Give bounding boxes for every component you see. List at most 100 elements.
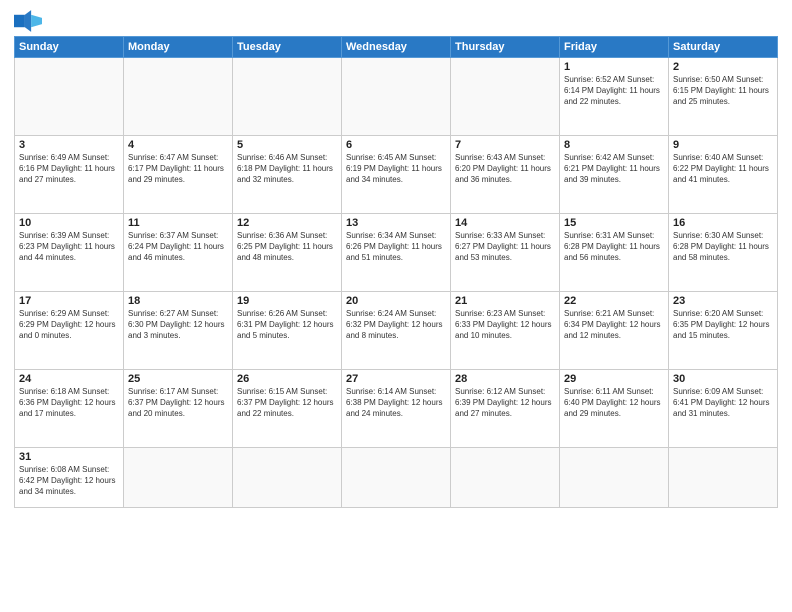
calendar-cell: 25 Sunrise: 6:17 AM Sunset: 6:37 PM Dayli… [124,370,233,448]
weekday-header-friday: Friday [560,37,669,58]
calendar-cell [15,58,124,136]
day-info: Sunrise: 6:49 AM Sunset: 6:16 PM Dayligh… [19,153,119,185]
day-number: 28 [455,373,555,385]
day-info: Sunrise: 6:50 AM Sunset: 6:15 PM Dayligh… [673,75,773,107]
day-info: Sunrise: 6:12 AM Sunset: 6:39 PM Dayligh… [455,387,555,419]
calendar-cell [342,58,451,136]
day-info: Sunrise: 6:08 AM Sunset: 6:42 PM Dayligh… [19,465,119,497]
calendar-cell: 14 Sunrise: 6:33 AM Sunset: 6:27 PM Dayli… [451,214,560,292]
calendar-cell: 31 Sunrise: 6:08 AM Sunset: 6:42 PM Dayli… [15,448,124,508]
day-number: 11 [128,217,228,229]
calendar-cell: 20Sunrise: 6:24 AM Sunset: 6:32 PM Dayli… [342,292,451,370]
day-info: Sunrise: 6:31 AM Sunset: 6:28 PM Dayligh… [564,231,664,263]
day-number: 25 [128,373,228,385]
day-number: 15 [564,217,664,229]
day-number: 27 [346,373,446,385]
day-info: Sunrise: 6:09 AM Sunset: 6:41 PM Dayligh… [673,387,773,419]
day-info: Sunrise: 6:27 AM Sunset: 6:30 PM Dayligh… [128,309,228,341]
day-number: 23 [673,295,773,307]
calendar-cell [342,448,451,508]
calendar-cell: 30 Sunrise: 6:09 AM Sunset: 6:41 PM Dayli… [669,370,778,448]
day-info: Sunrise: 6:42 AM Sunset: 6:21 PM Dayligh… [564,153,664,185]
calendar-table: SundayMondayTuesdayWednesdayThursdayFrid… [14,36,778,508]
weekday-header-monday: Monday [124,37,233,58]
day-info: Sunrise: 6:17 AM Sunset: 6:37 PM Dayligh… [128,387,228,419]
day-info: Sunrise: 6:39 AM Sunset: 6:23 PM Dayligh… [19,231,119,263]
weekday-header-wednesday: Wednesday [342,37,451,58]
calendar-cell [124,448,233,508]
day-number: 26 [237,373,337,385]
calendar-cell: 28 Sunrise: 6:12 AM Sunset: 6:39 PM Dayli… [451,370,560,448]
day-number: 16 [673,217,773,229]
calendar-cell: 26 Sunrise: 6:15 AM Sunset: 6:37 PM Dayli… [233,370,342,448]
calendar-cell: 5 Sunrise: 6:46 AM Sunset: 6:18 PM Daylig… [233,136,342,214]
calendar-cell: 7 Sunrise: 6:43 AM Sunset: 6:20 PM Daylig… [451,136,560,214]
day-number: 30 [673,373,773,385]
day-number: 24 [19,373,119,385]
day-number: 17 [19,295,119,307]
weekday-header-saturday: Saturday [669,37,778,58]
day-info: Sunrise: 6:20 AM Sunset: 6:35 PM Dayligh… [673,309,773,341]
day-info: Sunrise: 6:52 AM Sunset: 6:14 PM Dayligh… [564,75,664,107]
calendar-cell: 13Sunrise: 6:34 AM Sunset: 6:26 PM Dayli… [342,214,451,292]
day-info: Sunrise: 6:40 AM Sunset: 6:22 PM Dayligh… [673,153,773,185]
calendar-week-row-6: 31 Sunrise: 6:08 AM Sunset: 6:42 PM Dayli… [15,448,778,508]
day-number: 9 [673,139,773,151]
day-number: 20 [346,295,446,307]
calendar-cell: 8 Sunrise: 6:42 AM Sunset: 6:21 PM Daylig… [560,136,669,214]
calendar-cell: 22Sunrise: 6:21 AM Sunset: 6:34 PM Dayli… [560,292,669,370]
day-info: Sunrise: 6:21 AM Sunset: 6:34 PM Dayligh… [564,309,664,341]
weekday-header-sunday: Sunday [15,37,124,58]
day-number: 13 [346,217,446,229]
calendar-cell: 29Sunrise: 6:11 AM Sunset: 6:40 PM Dayli… [560,370,669,448]
day-number: 1 [564,61,664,73]
day-number: 14 [455,217,555,229]
calendar-week-row-5: 24 Sunrise: 6:18 AM Sunset: 6:36 PM Dayli… [15,370,778,448]
day-number: 31 [19,451,119,463]
day-number: 5 [237,139,337,151]
day-info: Sunrise: 6:45 AM Sunset: 6:19 PM Dayligh… [346,153,446,185]
day-info: Sunrise: 6:46 AM Sunset: 6:18 PM Dayligh… [237,153,337,185]
calendar-cell [451,448,560,508]
day-number: 19 [237,295,337,307]
calendar-cell: 12 Sunrise: 6:36 AM Sunset: 6:25 PM Dayli… [233,214,342,292]
day-info: Sunrise: 6:37 AM Sunset: 6:24 PM Dayligh… [128,231,228,263]
day-number: 12 [237,217,337,229]
calendar-cell: 11 Sunrise: 6:37 AM Sunset: 6:24 PM Dayli… [124,214,233,292]
day-number: 6 [346,139,446,151]
weekday-header-row: SundayMondayTuesdayWednesdayThursdayFrid… [15,37,778,58]
calendar-cell: 2Sunrise: 6:50 AM Sunset: 6:15 PM Daylig… [669,58,778,136]
calendar-cell: 10 Sunrise: 6:39 AM Sunset: 6:23 PM Dayli… [15,214,124,292]
day-info: Sunrise: 6:47 AM Sunset: 6:17 PM Dayligh… [128,153,228,185]
calendar-cell [560,448,669,508]
calendar-cell [233,58,342,136]
day-number: 7 [455,139,555,151]
day-number: 10 [19,217,119,229]
calendar-cell: 1 Sunrise: 6:52 AM Sunset: 6:14 PM Daylig… [560,58,669,136]
day-info: Sunrise: 6:14 AM Sunset: 6:38 PM Dayligh… [346,387,446,419]
day-number: 4 [128,139,228,151]
calendar-week-row-4: 17Sunrise: 6:29 AM Sunset: 6:29 PM Dayli… [15,292,778,370]
header [14,10,778,32]
day-number: 21 [455,295,555,307]
day-number: 18 [128,295,228,307]
day-info: Sunrise: 6:15 AM Sunset: 6:37 PM Dayligh… [237,387,337,419]
weekday-header-tuesday: Tuesday [233,37,342,58]
day-info: Sunrise: 6:30 AM Sunset: 6:28 PM Dayligh… [673,231,773,263]
logo [14,10,46,32]
day-info: Sunrise: 6:36 AM Sunset: 6:25 PM Dayligh… [237,231,337,263]
day-info: Sunrise: 6:33 AM Sunset: 6:27 PM Dayligh… [455,231,555,263]
calendar-cell: 6 Sunrise: 6:45 AM Sunset: 6:19 PM Daylig… [342,136,451,214]
calendar-cell [124,58,233,136]
day-number: 8 [564,139,664,151]
calendar-week-row-1: 1 Sunrise: 6:52 AM Sunset: 6:14 PM Daylig… [15,58,778,136]
calendar-cell: 21Sunrise: 6:23 AM Sunset: 6:33 PM Dayli… [451,292,560,370]
day-info: Sunrise: 6:18 AM Sunset: 6:36 PM Dayligh… [19,387,119,419]
day-info: Sunrise: 6:26 AM Sunset: 6:31 PM Dayligh… [237,309,337,341]
calendar-cell: 4 Sunrise: 6:47 AM Sunset: 6:17 PM Daylig… [124,136,233,214]
day-number: 29 [564,373,664,385]
calendar-cell: 23 Sunrise: 6:20 AM Sunset: 6:35 PM Dayli… [669,292,778,370]
page: SundayMondayTuesdayWednesdayThursdayFrid… [0,0,792,612]
day-info: Sunrise: 6:43 AM Sunset: 6:20 PM Dayligh… [455,153,555,185]
calendar-week-row-2: 3Sunrise: 6:49 AM Sunset: 6:16 PM Daylig… [15,136,778,214]
